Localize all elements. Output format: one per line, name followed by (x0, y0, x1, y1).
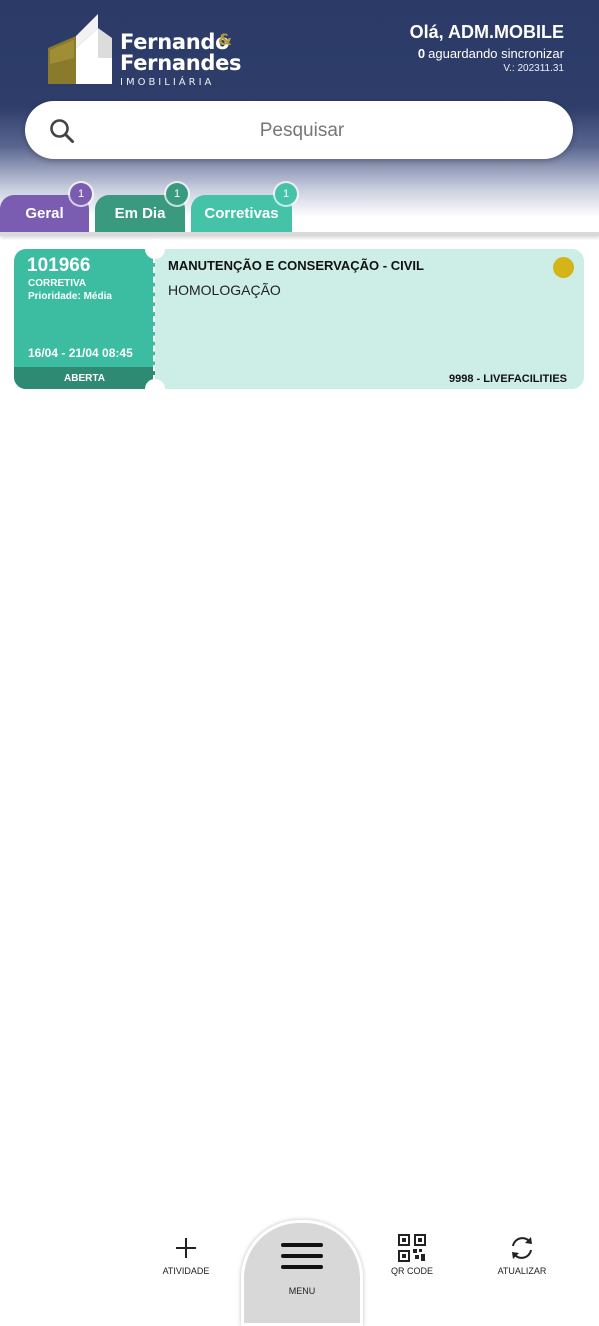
user-greeting: Olá, ADM.MOBILE (409, 22, 564, 42)
tab-geral[interactable]: Geral 1 (0, 183, 92, 232)
card-title: MANUTENÇÃO E CONSERVAÇÃO - CIVIL (168, 258, 424, 273)
search-icon[interactable] (49, 118, 75, 144)
bottom-nav: ATIVIDADE MENU QR CODE ATUALIZAR (0, 1220, 599, 1326)
plus-icon (176, 1238, 196, 1258)
refresh-icon (512, 1237, 532, 1259)
activity-card[interactable]: 101966 CORRETIVA Prioridade: Média 16/04… (14, 239, 584, 399)
qr-code-button[interactable]: QR CODE (372, 1234, 452, 1276)
tab-corretivas-badge: 1 (275, 183, 297, 205)
brand-ampersand: & (218, 30, 232, 49)
tab-em-dia[interactable]: Em Dia 1 (95, 183, 188, 232)
sync-text: aguardando sincronizar (428, 46, 564, 61)
sync-status: 0 aguardando sincronizar (410, 46, 564, 61)
app-version: V.: 202311.31 (503, 63, 564, 74)
card-notch-bottom (145, 379, 165, 399)
tab-underline (0, 232, 599, 236)
search-bar[interactable] (25, 101, 573, 159)
menu-button[interactable]: MENU (241, 1220, 363, 1326)
card-subtitle: HOMOLOGAÇÃO (168, 282, 281, 298)
refresh-label: ATUALIZAR (497, 1266, 547, 1276)
tab-corretivas[interactable]: Corretivas 1 (191, 183, 297, 232)
tab-bar: Geral 1 Em Dia 1 Corretivas 1 (0, 183, 599, 235)
hamburger-icon (281, 1243, 323, 1269)
card-type: CORRETIVA (28, 278, 87, 289)
card-id: 101966 (27, 255, 91, 276)
tab-geral-label: Geral (25, 205, 64, 222)
tab-corretivas-label: Corretivas (204, 205, 279, 222)
card-ticket-stub: 101966 CORRETIVA Prioridade: Média 16/04… (14, 249, 155, 389)
sync-count: 0 (417, 46, 426, 61)
menu-label: MENU (288, 1286, 316, 1296)
search-input[interactable] (85, 113, 519, 149)
priority-indicator (553, 257, 574, 278)
card-code: 9998 - LIVEFACILITIES (449, 373, 567, 385)
card-priority: Prioridade: Média (28, 291, 112, 302)
card-details: MANUTENÇÃO E CONSERVAÇÃO - CIVIL HOMOLOG… (155, 249, 584, 389)
add-activity-button[interactable]: ATIVIDADE (146, 1234, 226, 1276)
qr-code-label: QR CODE (390, 1266, 433, 1276)
card-status: ABERTA (14, 367, 155, 389)
tab-em-dia-label: Em Dia (114, 205, 166, 222)
add-activity-label: ATIVIDADE (162, 1266, 210, 1276)
brand-line-2: Fernandes (120, 51, 242, 75)
tab-geral-badge: 1 (70, 183, 92, 205)
card-perforation (153, 257, 155, 381)
card-notch-top (145, 239, 165, 259)
refresh-button[interactable]: ATUALIZAR (482, 1234, 562, 1276)
tab-em-dia-badge: 1 (166, 183, 188, 205)
brand-line-3: IMOBILIÁRIA (120, 77, 215, 88)
qr-code-icon (398, 1234, 426, 1262)
brand-name: Fernando & Fernandes IMOBILIÁRIA (120, 30, 242, 88)
card-date-range: 16/04 - 21/04 08:45 (28, 346, 133, 360)
user-info: Olá, ADM.MOBILE 0 aguardando sincronizar … (410, 22, 564, 74)
